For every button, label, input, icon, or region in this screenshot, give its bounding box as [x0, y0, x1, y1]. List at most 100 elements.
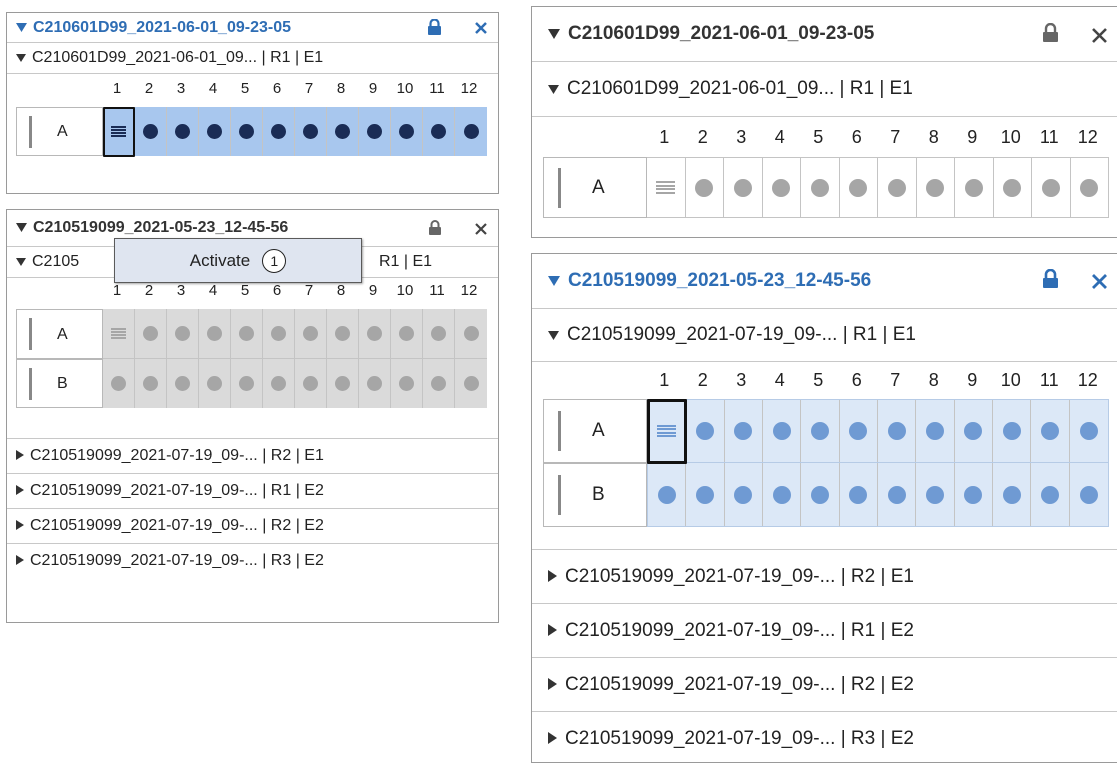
well-cell[interactable] — [648, 463, 687, 526]
well-cell[interactable] — [993, 400, 1032, 462]
triangle-down-icon[interactable] — [16, 253, 26, 271]
well-cell[interactable] — [231, 309, 263, 358]
well-cell[interactable] — [993, 463, 1032, 526]
well-cell[interactable] — [327, 107, 359, 156]
selected-well[interactable] — [647, 399, 687, 464]
well-cell[interactable] — [423, 107, 455, 156]
run-row-collapsed[interactable]: C210519099_2021-07-19_09-... | R2 | E2 — [532, 657, 1117, 711]
well-cell[interactable] — [686, 463, 725, 526]
well-cell[interactable] — [199, 107, 231, 156]
lock-icon[interactable] — [1042, 23, 1059, 42]
well-cell[interactable] — [295, 359, 327, 408]
well-cell[interactable] — [763, 463, 802, 526]
well-cell[interactable] — [725, 463, 763, 526]
triangle-down-icon[interactable] — [16, 49, 26, 67]
run-row[interactable]: C210601D99_2021-06-01_09... | R1 | E1 — [7, 43, 498, 74]
well-cell[interactable] — [955, 158, 994, 217]
well-cell[interactable] — [391, 309, 423, 358]
well-cell[interactable] — [167, 107, 199, 156]
well-cell[interactable] — [455, 107, 487, 156]
well-cell[interactable] — [1031, 400, 1070, 462]
run-row-collapsed[interactable]: C210519099_2021-07-19_09-... | R1 | E2 — [7, 473, 498, 508]
well-cell[interactable] — [135, 359, 167, 408]
well-cell[interactable] — [1071, 158, 1109, 217]
well-cell[interactable] — [917, 158, 955, 217]
triangle-right-icon[interactable] — [16, 482, 24, 500]
well-cell[interactable] — [167, 309, 199, 358]
run-row-collapsed[interactable]: C210519099_2021-07-19_09-... | R1 | E2 — [532, 603, 1117, 657]
well-cell[interactable] — [167, 359, 199, 408]
well-cell[interactable] — [295, 309, 327, 358]
well-cell[interactable] — [455, 309, 487, 358]
activate-menu-item[interactable]: Activate 1 — [114, 238, 362, 283]
well-cell[interactable] — [359, 359, 391, 408]
triangle-right-icon[interactable] — [548, 728, 557, 750]
well-cell[interactable] — [455, 359, 487, 408]
well-cell[interactable] — [878, 463, 917, 526]
well-cell[interactable] — [916, 400, 955, 462]
well-cell[interactable] — [103, 359, 135, 408]
close-icon[interactable] — [475, 22, 487, 34]
well-cell[interactable] — [840, 158, 878, 217]
panel-header[interactable]: C210601D99_2021-06-01_09-23-05 — [7, 13, 498, 43]
triangle-right-icon[interactable] — [16, 447, 24, 465]
run-row[interactable]: C210519099_2021-07-19_09-... | R1 | E1 — [532, 309, 1117, 362]
lock-icon[interactable] — [1042, 269, 1059, 288]
well-cell[interactable] — [327, 309, 359, 358]
well-cell[interactable] — [391, 359, 423, 408]
well-cell[interactable] — [840, 400, 878, 462]
triangle-down-icon[interactable] — [548, 324, 559, 346]
well-cell[interactable] — [725, 400, 763, 462]
well-cell[interactable] — [1031, 463, 1070, 526]
well-cell[interactable] — [801, 400, 840, 462]
close-icon[interactable] — [1092, 28, 1107, 43]
well-cell[interactable] — [994, 158, 1032, 217]
well-cell[interactable] — [1032, 158, 1071, 217]
well-cell[interactable] — [103, 309, 135, 358]
triangle-right-icon[interactable] — [16, 517, 24, 535]
well-cell[interactable] — [878, 400, 917, 462]
well-cell[interactable] — [263, 107, 295, 156]
well-cell[interactable] — [763, 158, 801, 217]
lock-icon[interactable] — [428, 220, 442, 235]
close-icon[interactable] — [475, 223, 487, 235]
run-row-collapsed[interactable]: C210519099_2021-07-19_09-... | R2 | E1 — [7, 438, 498, 473]
well-cell[interactable] — [359, 309, 391, 358]
well-cell[interactable] — [199, 309, 231, 358]
well-cell[interactable] — [135, 107, 167, 156]
well-cell[interactable] — [647, 158, 686, 217]
well-cell[interactable] — [231, 359, 263, 408]
well-cell[interactable] — [686, 400, 725, 462]
well-cell[interactable] — [1070, 400, 1108, 462]
well-cell[interactable] — [231, 107, 263, 156]
triangle-right-icon[interactable] — [548, 620, 557, 642]
well-cell[interactable] — [423, 359, 455, 408]
run-row-collapsed[interactable]: C210519099_2021-07-19_09-... | R3 | E2 — [532, 711, 1117, 762]
lock-icon[interactable] — [427, 19, 442, 35]
well-cell[interactable] — [359, 107, 391, 156]
triangle-down-icon[interactable] — [16, 219, 27, 237]
panel-header[interactable]: C210601D99_2021-06-01_09-23-05 — [532, 7, 1117, 62]
well-cell[interactable] — [763, 400, 802, 462]
run-row-collapsed[interactable]: C210519099_2021-07-19_09-... | R3 | E2 — [7, 543, 498, 578]
well-cell[interactable] — [878, 158, 917, 217]
well-cell[interactable] — [391, 107, 423, 156]
well-cell[interactable] — [327, 359, 359, 408]
triangle-down-icon[interactable] — [548, 78, 559, 100]
well-cell[interactable] — [724, 158, 763, 217]
triangle-right-icon[interactable] — [16, 552, 24, 570]
run-row-collapsed[interactable]: C210519099_2021-07-19_09-... | R2 | E1 — [532, 549, 1117, 603]
well-cell[interactable] — [135, 309, 167, 358]
triangle-right-icon[interactable] — [548, 674, 557, 696]
well-cell[interactable] — [295, 107, 327, 156]
well-cell[interactable] — [1070, 463, 1108, 526]
close-icon[interactable] — [1092, 274, 1107, 289]
panel-header[interactable]: C210519099_2021-05-23_12-45-56 — [532, 254, 1117, 309]
selected-well[interactable] — [103, 107, 135, 157]
triangle-down-icon[interactable] — [548, 23, 560, 45]
well-cell[interactable] — [916, 463, 955, 526]
well-cell[interactable] — [801, 158, 840, 217]
run-row-collapsed[interactable]: C210519099_2021-07-19_09-... | R2 | E2 — [7, 508, 498, 543]
triangle-down-icon[interactable] — [16, 19, 27, 37]
well-cell[interactable] — [955, 463, 993, 526]
